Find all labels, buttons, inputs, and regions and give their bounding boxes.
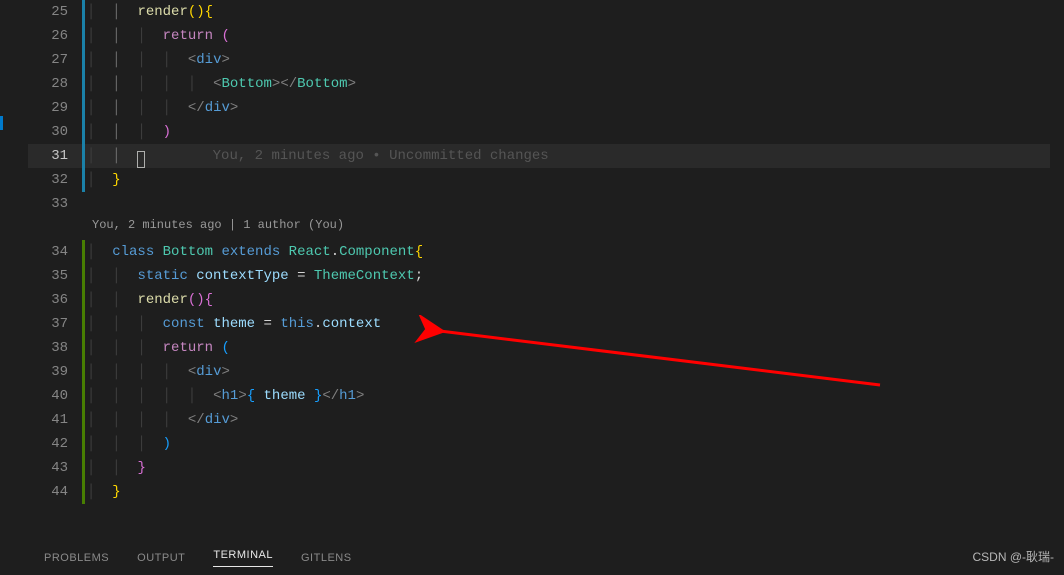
code-line[interactable]: 29│ │ │ │ </div> xyxy=(28,96,1064,120)
code-line[interactable]: 33 xyxy=(28,192,1064,216)
code-line[interactable]: 42│ │ │ ) xyxy=(28,432,1064,456)
line-number[interactable]: 26 xyxy=(28,24,82,48)
gutter-change-bar xyxy=(82,96,85,120)
gutter-change-bar xyxy=(82,264,85,288)
code-line[interactable]: 44│ } xyxy=(28,480,1064,504)
line-number[interactable]: 34 xyxy=(28,240,82,264)
line-number[interactable]: 43 xyxy=(28,456,82,480)
line-number[interactable]: 41 xyxy=(28,408,82,432)
gutter-change-bar xyxy=(82,384,85,408)
glyph-margin xyxy=(0,0,28,540)
line-marker xyxy=(0,116,3,130)
codelens[interactable]: You, 2 minutes ago | 1 author (You) xyxy=(87,216,1064,234)
gutter-change-bar xyxy=(82,24,85,48)
code-line[interactable]: 43│ │ } xyxy=(28,456,1064,480)
gutter-change-bar xyxy=(82,408,85,432)
line-number[interactable]: 28 xyxy=(28,72,82,96)
line-number[interactable]: 39 xyxy=(28,360,82,384)
gutter-change-bar xyxy=(82,480,85,504)
gutter-change-bar xyxy=(82,312,85,336)
line-number[interactable]: 40 xyxy=(28,384,82,408)
gutter-change-bar xyxy=(82,48,85,72)
tab-gitlens[interactable]: GITLENS xyxy=(301,552,352,564)
gitlens-inline-blame: You, 2 minutes ago • Uncommitted changes xyxy=(213,148,549,164)
line-number[interactable]: 44 xyxy=(28,480,82,504)
gutter-change-bar xyxy=(82,72,85,96)
gutter-change-bar xyxy=(82,360,85,384)
tab-output[interactable]: OUTPUT xyxy=(137,552,185,564)
gutter-change-bar xyxy=(82,168,85,192)
code-line[interactable]: 28│ │ │ │ │ <Bottom></Bottom> xyxy=(28,72,1064,96)
code-line[interactable]: 38│ │ │ return ( xyxy=(28,336,1064,360)
gutter-change-bar xyxy=(82,432,85,456)
watermark: CSDN @-耿瑞- xyxy=(972,548,1054,565)
code-line[interactable]: 31│ │ You, 2 minutes ago • Uncommitted c… xyxy=(28,144,1064,168)
gutter-change-bar xyxy=(82,0,85,24)
code-line[interactable]: 32│ } xyxy=(28,168,1064,192)
code-line[interactable]: 25│ │ render(){ xyxy=(28,0,1064,24)
line-number[interactable]: 33 xyxy=(28,192,82,216)
line-number[interactable]: 31 xyxy=(28,144,82,168)
line-number[interactable]: 30 xyxy=(28,120,82,144)
code-line[interactable]: 40│ │ │ │ │ <h1>{ theme }</h1> xyxy=(28,384,1064,408)
line-number[interactable]: 37 xyxy=(28,312,82,336)
line-number[interactable]: 36 xyxy=(28,288,82,312)
line-number[interactable]: 27 xyxy=(28,48,82,72)
line-number[interactable]: 29 xyxy=(28,96,82,120)
code-line[interactable]: 41│ │ │ │ </div> xyxy=(28,408,1064,432)
tab-terminal[interactable]: TERMINAL xyxy=(213,549,273,567)
editor-area[interactable]: 25│ │ render(){26│ │ │ return (27│ │ │ │… xyxy=(0,0,1064,540)
code-line[interactable]: 36│ │ render(){ xyxy=(28,288,1064,312)
code-line[interactable]: 30│ │ │ ) xyxy=(28,120,1064,144)
gutter-change-bar xyxy=(82,456,85,480)
code-line[interactable]: 27│ │ │ │ <div> xyxy=(28,48,1064,72)
gutter-change-bar xyxy=(82,120,85,144)
tab-problems[interactable]: PROBLEMS xyxy=(44,552,109,564)
code-line[interactable]: 35│ │ static contextType = ThemeContext; xyxy=(28,264,1064,288)
code-line[interactable]: 39│ │ │ │ <div> xyxy=(28,360,1064,384)
cursor xyxy=(137,151,145,168)
code-line[interactable]: 37│ │ │ const theme = this.context xyxy=(28,312,1064,336)
line-number[interactable]: 38 xyxy=(28,336,82,360)
gutter-change-bar xyxy=(82,288,85,312)
gutter-change-bar xyxy=(82,192,85,216)
line-number[interactable]: 32 xyxy=(28,168,82,192)
line-number[interactable]: 35 xyxy=(28,264,82,288)
gutter-change-bar xyxy=(82,336,85,360)
line-number[interactable]: 42 xyxy=(28,432,82,456)
panel-tabs: PROBLEMS OUTPUT TERMINAL GITLENS xyxy=(0,540,1064,575)
vertical-scrollbar[interactable] xyxy=(1050,0,1064,540)
code-line[interactable]: 26│ │ │ return ( xyxy=(28,24,1064,48)
code-line[interactable]: 34│ class Bottom extends React.Component… xyxy=(28,240,1064,264)
gutter-change-bar xyxy=(82,240,85,264)
gutter-change-bar xyxy=(82,144,85,168)
line-number[interactable]: 25 xyxy=(28,0,82,24)
